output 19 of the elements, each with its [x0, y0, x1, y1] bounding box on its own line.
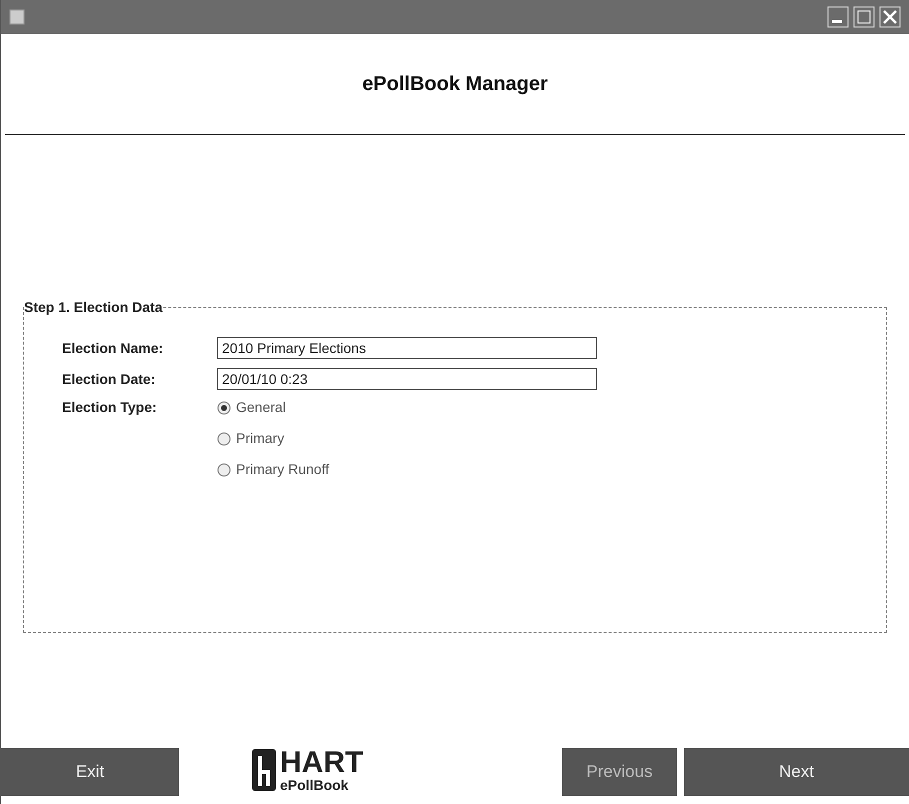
- logo-brand: HART: [280, 748, 364, 778]
- radio-option[interactable]: Primary: [217, 428, 330, 449]
- exit-button[interactable]: Exit: [1, 748, 179, 796]
- maximize-icon[interactable]: [853, 6, 875, 28]
- field-label: Election Date:: [62, 370, 156, 388]
- field-label: Election Type:: [62, 398, 158, 417]
- logo-product: ePollBook: [280, 778, 350, 792]
- app-icon: [9, 9, 25, 25]
- text-field[interactable]: 2010 Primary Elections: [217, 337, 597, 359]
- close-icon[interactable]: [879, 6, 901, 28]
- text-field[interactable]: 20/01/10 0:23: [217, 368, 597, 390]
- radio-option[interactable]: General: [217, 397, 330, 418]
- radio-option[interactable]: Primary Runoff: [217, 459, 330, 480]
- minimize-icon[interactable]: [827, 6, 849, 28]
- app-heading: ePollBook Manager: [362, 72, 548, 97]
- group-legend: Step 1. Election Data: [24, 297, 162, 318]
- field-label: Election Name:: [62, 338, 164, 358]
- next-button[interactable]: Next: [684, 748, 909, 796]
- logo-mark-icon: [251, 748, 277, 792]
